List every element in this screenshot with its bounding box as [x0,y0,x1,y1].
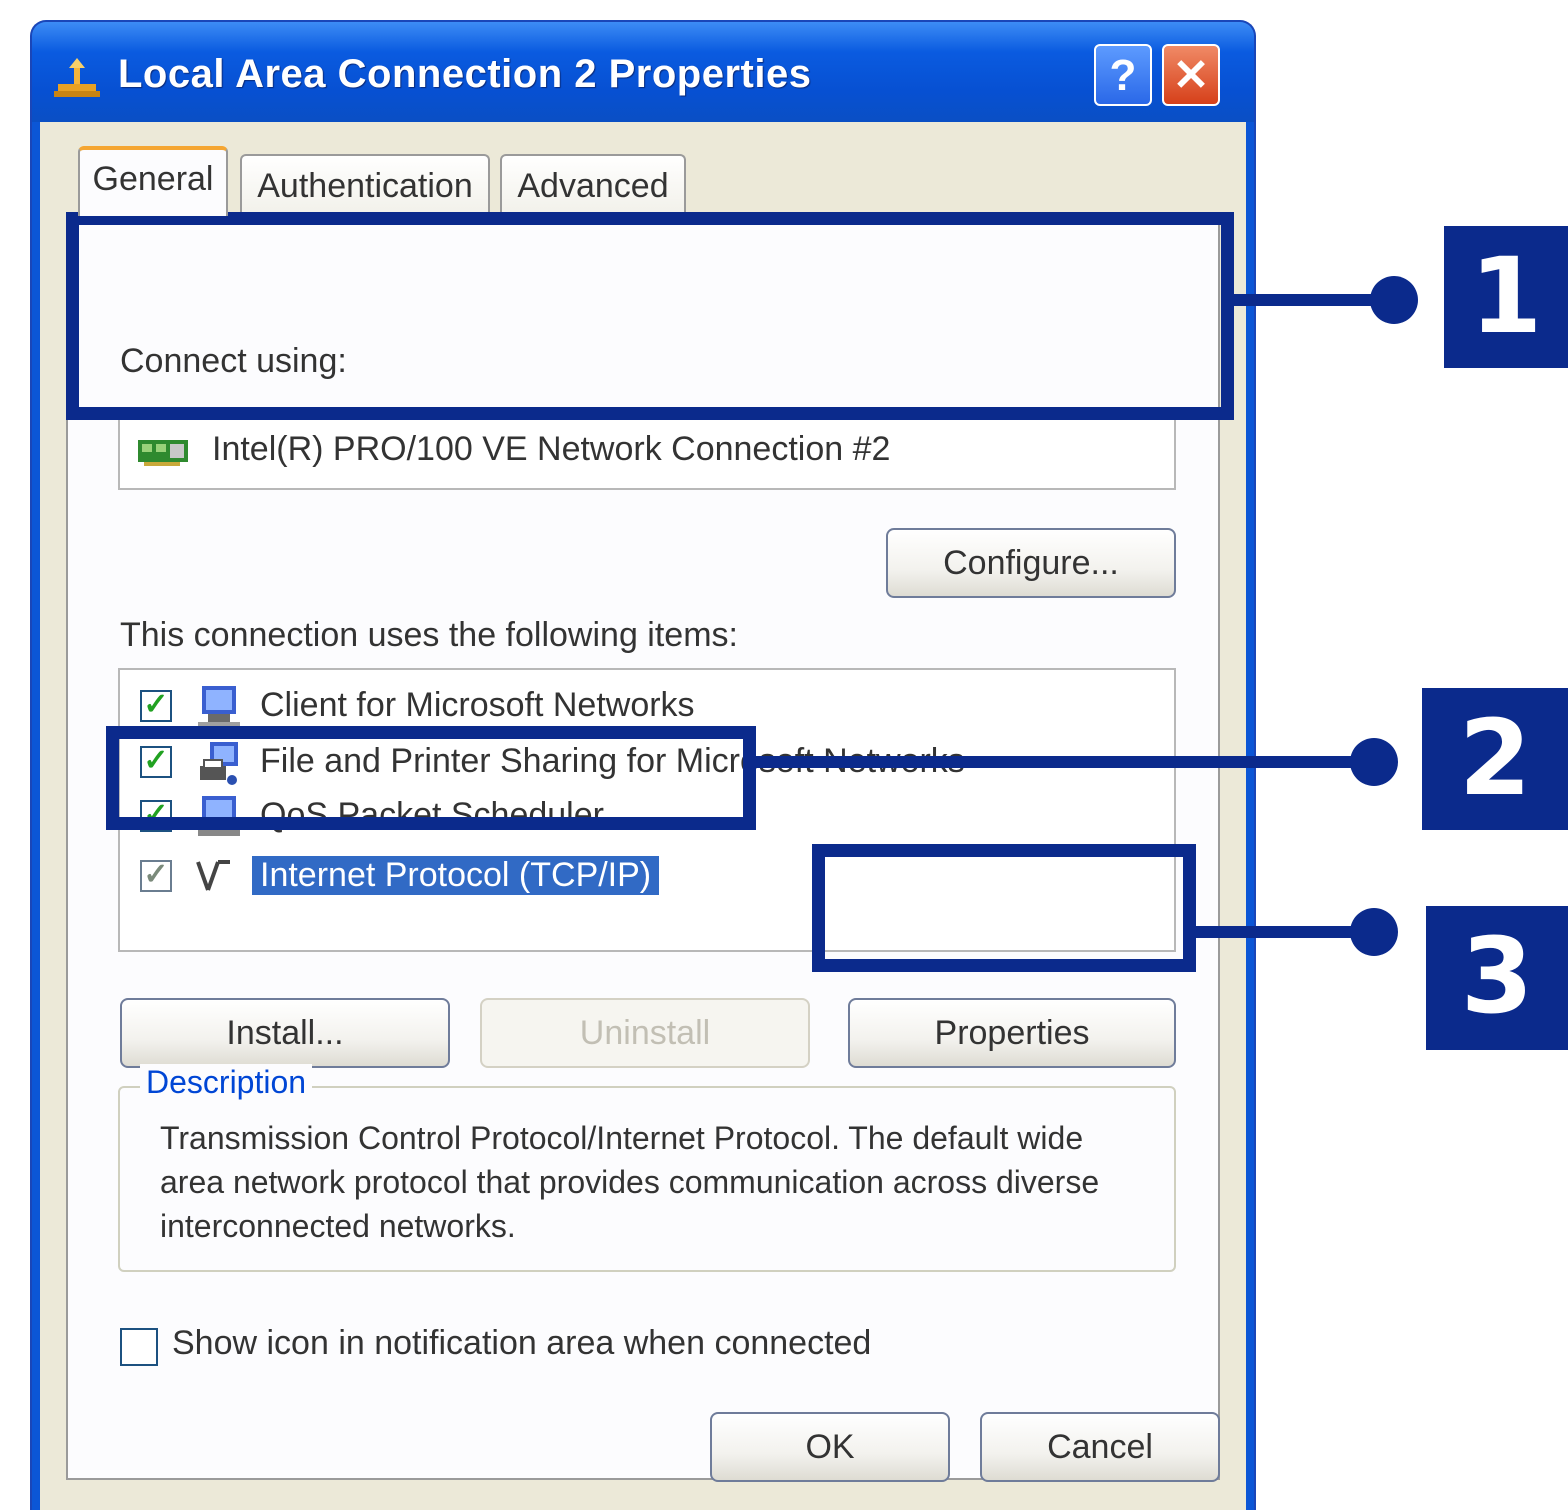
description-group: Description Transmission Control Protoco… [118,1064,1176,1272]
description-text: Transmission Control Protocol/Internet P… [160,1120,1100,1244]
callout-badge-3: 3 [1426,906,1568,1050]
items-label: This connection uses the following items… [120,616,738,654]
help-button[interactable]: ? [1094,44,1152,106]
item-label: Client for Microsoft Networks [260,686,695,724]
description-legend: Description [140,1064,313,1101]
network-connection-icon [54,58,100,97]
window-title: Local Area Connection 2 Properties [118,52,812,96]
callout-badge-1: 1 [1444,226,1568,368]
callout-line-2 [756,756,1376,768]
adapter-name: Intel(R) PRO/100 VE Network Connection #… [212,430,891,468]
item-label: Internet Protocol (TCP/IP) [252,856,660,895]
callout-badge-2: 2 [1422,688,1568,830]
uninstall-button: Uninstall [480,998,810,1068]
tab-authentication[interactable]: Authentication [240,154,490,214]
client-network-icon [198,686,240,728]
tab-general[interactable]: General [78,146,228,216]
item-checkbox[interactable]: ✓ [140,860,172,892]
notify-checkbox[interactable] [120,1328,158,1366]
title-bar[interactable]: Local Area Connection 2 Properties ? ✕ [32,22,1254,122]
protocol-icon [196,860,230,891]
install-button[interactable]: Install... [120,998,450,1068]
close-button[interactable]: ✕ [1162,44,1220,106]
highlight-box-properties [812,844,1196,972]
properties-button[interactable]: Properties [848,998,1176,1068]
callout-dot-3 [1350,908,1398,956]
item-checkbox[interactable]: ✓ [140,690,172,722]
notify-label: Show icon in notification area when conn… [172,1324,872,1362]
adapter-field: Intel(R) PRO/100 VE Network Connection #… [118,410,1176,490]
callout-dot-2 [1350,738,1398,786]
ok-button[interactable]: OK [710,1412,950,1482]
network-adapter-icon [138,440,188,466]
highlight-box-tcpip [106,726,756,830]
tab-advanced[interactable]: Advanced [500,154,686,214]
highlight-box-connect-using [66,212,1234,420]
cancel-button[interactable]: Cancel [980,1412,1220,1482]
callout-line-3 [1196,926,1376,938]
configure-button[interactable]: Configure... [886,528,1176,598]
callout-dot-1 [1370,276,1418,324]
